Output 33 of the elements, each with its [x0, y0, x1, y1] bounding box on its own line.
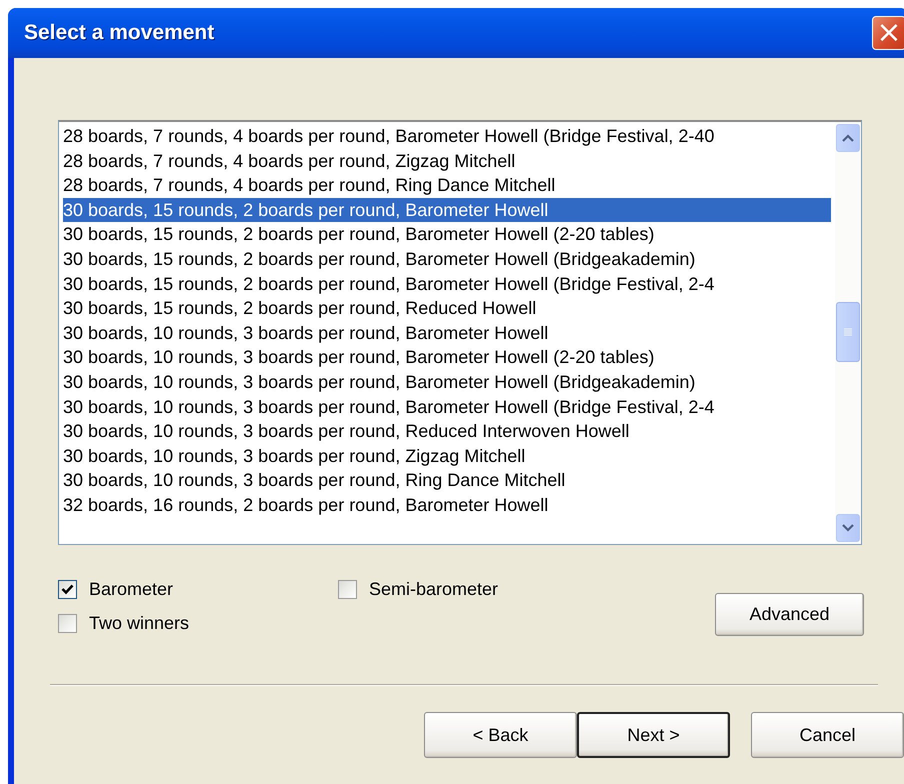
checkbox[interactable]	[58, 614, 77, 633]
close-button[interactable]: ×	[872, 16, 904, 50]
checkmark-icon	[61, 583, 74, 596]
checkbox-label: Semi-barometer	[369, 579, 498, 600]
dialog-button[interactable]: Next >	[577, 712, 730, 758]
list-item[interactable]: 28 boards, 7 rounds, 4 boards per round, Barometer Howell (Bridge Festival, 2-40	[63, 124, 718, 149]
list-item[interactable]: 28 boards, 7 rounds, 4 boards per round, Zigzag Mitchell	[63, 148, 520, 174]
list-item[interactable]: 28 boards, 7 rounds, 4 boards per round, Ring Dance Mitchell	[63, 173, 560, 198]
scroll-thumb[interactable]	[836, 302, 860, 362]
checkbox-label: Barometer	[89, 579, 174, 600]
scroll-up-icon[interactable]	[836, 124, 860, 152]
list-item[interactable]: 30 boards, 10 rounds, 3 boards per round, Ring Dance Mitchell	[63, 468, 570, 493]
window-title: Select a movement	[24, 21, 214, 45]
checkbox[interactable]	[58, 580, 77, 599]
list-item[interactable]: 30 boards, 15 rounds, 2 boards per round, Barometer Howell (Bridge Festival, 2-4	[63, 272, 718, 296]
list-item[interactable]: 30 boards, 15 rounds, 2 boards per round, Barometer Howell (2-20 tables)	[63, 222, 658, 247]
checkbox-label: Two winners	[89, 613, 190, 634]
list-item[interactable]: 30 boards, 15 rounds, 2 boards per round, Reduced Howell	[63, 296, 540, 321]
scroll-down-icon[interactable]	[836, 514, 860, 542]
list-item[interactable]: 30 boards, 10 rounds, 3 boards per round, Reduced Interwoven Howell	[63, 419, 634, 444]
checkbox[interactable]	[338, 580, 357, 599]
list-item[interactable]: 32 boards, 16 rounds, 2 boards per round, Barometer Howell	[63, 492, 552, 518]
dialog-button[interactable]: Cancel	[751, 712, 904, 758]
list-item[interactable]: 30 boards, 10 rounds, 3 boards per round, Zigzag Mitchell	[63, 444, 530, 468]
list-item[interactable]: 30 boards, 10 rounds, 3 boards per round, Barometer Howell (Bridgeakademin)	[63, 370, 700, 395]
list-item[interactable]: 30 boards, 10 rounds, 3 boards per round, Barometer Howell	[63, 320, 552, 346]
scrollbar[interactable]	[835, 122, 861, 544]
list-item[interactable]: 30 boards, 15 rounds, 2 boards per round, Barometer Howell	[63, 198, 831, 222]
advanced-button[interactable]: Advanced	[715, 593, 864, 636]
list-item[interactable]: 30 boards, 10 rounds, 3 boards per round, Barometer Howell (2-20 tables)	[63, 345, 658, 370]
dialog-button[interactable]: < Back	[424, 712, 577, 758]
list-item[interactable]: 30 boards, 15 rounds, 2 boards per round, Barometer Howell (Bridgeakademin)	[63, 246, 700, 272]
list-item[interactable]: 30 boards, 10 rounds, 3 boards per round, Barometer Howell (Bridge Festival, 2-4	[63, 394, 718, 420]
